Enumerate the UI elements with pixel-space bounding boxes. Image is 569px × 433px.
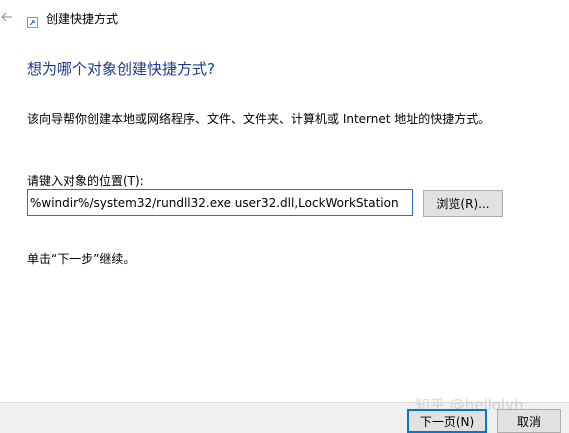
create-shortcut-window: 创建快捷方式 想为哪个对象创建快捷方式? 该向导帮你创建本地或网络程序、文件、文…: [0, 0, 569, 433]
shortcut-icon: [27, 13, 38, 28]
window-title: 创建快捷方式: [46, 12, 119, 26]
location-label: 请键入对象的位置(T):: [27, 174, 144, 188]
page-heading: 想为哪个对象创建快捷方式?: [27, 60, 215, 78]
cancel-button[interactable]: 取消: [497, 409, 561, 433]
next-button[interactable]: 下一页(N): [407, 409, 487, 433]
wizard-description: 该向导帮你创建本地或网络程序、文件、文件夹、计算机或 Internet 地址的快…: [27, 112, 491, 126]
browse-button[interactable]: 浏览(R)...: [423, 190, 503, 217]
location-input[interactable]: [27, 189, 413, 216]
continue-hint: 单击“下一步”继续。: [27, 252, 136, 266]
back-arrow-icon[interactable]: [0, 8, 14, 26]
